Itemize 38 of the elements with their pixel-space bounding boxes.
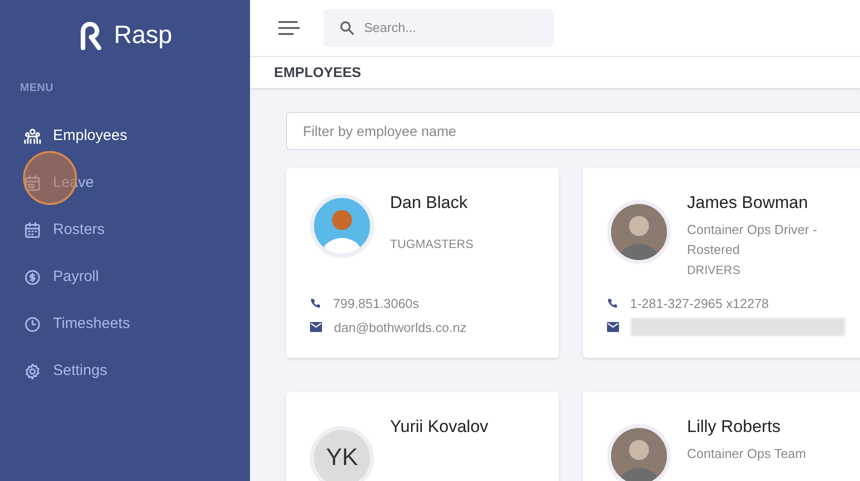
sidebar-item[interactable]: Timesheets: [0, 300, 250, 348]
phone-number: 1-281-327-2965 x12278: [630, 295, 769, 314]
page-title: EMPLOYEES: [274, 62, 362, 82]
employee-role: Container Ops Team: [687, 444, 807, 463]
sidebar-item[interactable]: Rosters: [0, 206, 250, 254]
employee-name: Yurii Kovalov: [390, 416, 488, 438]
clock-icon: [24, 316, 41, 332]
mail-icon: [310, 322, 322, 332]
menu-heading: MENU: [19, 81, 54, 96]
calendar-icon: [24, 174, 41, 192]
department-label: TUGMASTERS: [390, 236, 474, 253]
dollar-icon: [24, 268, 41, 286]
search-icon: [340, 20, 354, 35]
search-field[interactable]: Search...: [324, 8, 554, 47]
menu-icon[interactable]: [278, 20, 300, 36]
employee-name: Dan Black: [390, 192, 468, 214]
employee-name: James Bowman: [687, 192, 809, 214]
department-label: DRIVERS: [687, 262, 742, 279]
employee-card[interactable]: Dan Black TUGMASTERS 799.851.3060s dan@bothworlds.co.nz: [286, 168, 559, 358]
sidebar-item[interactable]: Payroll: [0, 254, 250, 300]
email-address: dan@bothworlds.co.nz: [334, 318, 466, 337]
employee-card[interactable]: James Bowman Container Ops Driver - Rostered DRIVERS 1-281-327-2965 x12278: [583, 168, 860, 358]
people-icon: [24, 128, 41, 144]
phone-icon: [607, 298, 618, 310]
calendar-icon: [24, 222, 41, 238]
phone-icon: [310, 298, 321, 310]
brand-name: Rasp: [114, 20, 172, 52]
employee-card[interactable]: Lilly Roberts Container Ops Team: [583, 392, 860, 481]
settings-icon: [24, 362, 41, 380]
employee-card[interactable]: YK Yurii Kovalov: [286, 392, 559, 481]
filter-field[interactable]: Filter by employee name: [286, 112, 860, 150]
mail-icon: [607, 322, 619, 332]
phone-number: 799.851.3060s: [333, 295, 420, 314]
employee-role: Container Ops Driver - Rostered: [687, 220, 818, 259]
sidebar-item[interactable]: Employees: [0, 112, 250, 160]
employee-name: Lilly Roberts: [687, 416, 782, 438]
avatar-initials: YK: [310, 426, 374, 481]
sidebar-item[interactable]: Settings: [0, 348, 250, 394]
